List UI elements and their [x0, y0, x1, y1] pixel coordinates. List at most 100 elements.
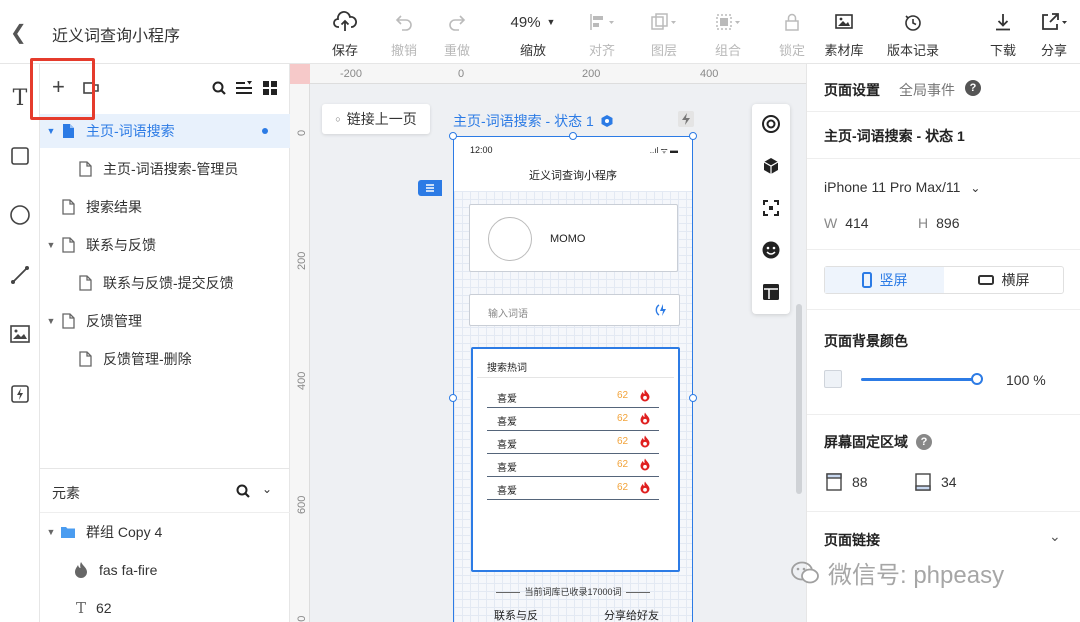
layout-template-icon[interactable]	[761, 282, 781, 302]
lock-button[interactable]: 锁定	[764, 8, 820, 59]
expand-caret-icon[interactable]: ▼	[46, 126, 56, 136]
page-item-contact-feedback[interactable]: ▼ 联系与反馈	[40, 228, 290, 262]
resize-handle[interactable]	[569, 132, 577, 140]
element-item-text[interactable]: T 62	[40, 589, 290, 622]
expand-caret-icon[interactable]: ▼	[46, 316, 56, 326]
hot-word-row[interactable]: 喜爱 62	[487, 454, 659, 477]
target-icon[interactable]	[761, 114, 781, 134]
redo-icon	[429, 8, 485, 36]
ruler-tick-label: 0	[296, 129, 308, 136]
design-canvas[interactable]: -200 0 200 400 0 200 400 600 800 ○ 链接上一页…	[290, 64, 806, 622]
avatar	[488, 217, 532, 261]
tab-global-events[interactable]: 全局事件	[899, 80, 955, 100]
word-search-input[interactable]: 输入词语	[469, 294, 680, 326]
share-button[interactable]: 分享	[1028, 8, 1080, 59]
emoji-icon[interactable]	[761, 240, 781, 260]
page-item-feedback-admin-delete[interactable]: 反馈管理-删除	[40, 342, 290, 376]
element-item-group[interactable]: ▼ 群组 Copy 4	[40, 513, 290, 551]
bg-color-swatch[interactable]	[824, 370, 842, 388]
tab-page-settings[interactable]: 页面设置	[824, 80, 880, 100]
download-button[interactable]: 下载	[975, 8, 1031, 59]
element-item-fire-icon[interactable]: fas fa-fire	[40, 551, 290, 589]
page-item-home-search-admin[interactable]: 主页-词语搜索-管理员	[40, 152, 290, 186]
interaction-tool-icon[interactable]	[6, 380, 34, 408]
resize-handle[interactable]	[449, 132, 457, 140]
elements-header: 元素 ⌄	[40, 469, 290, 513]
portrait-button[interactable]: 竖屏	[825, 267, 944, 293]
chevron-down-icon[interactable]: ⌄	[1049, 528, 1061, 545]
user-card[interactable]: MOMO	[469, 204, 678, 272]
share-friend-link[interactable]: 分享给好友	[604, 607, 659, 622]
back-chevron-icon[interactable]: ❮	[10, 20, 27, 45]
align-button[interactable]: 对齐	[574, 8, 630, 59]
ruler-tick-label: 800	[296, 616, 308, 622]
help-icon[interactable]: ?	[916, 434, 932, 450]
redo-button[interactable]: 重做	[429, 8, 485, 59]
hexagon-settings-icon[interactable]	[600, 114, 614, 128]
opacity-slider-track[interactable]	[861, 378, 977, 381]
page-file-icon	[60, 312, 76, 330]
caret-down-icon: ▼	[546, 17, 556, 27]
resize-handle[interactable]	[689, 394, 697, 402]
page-item-search-results[interactable]: 搜索结果	[40, 190, 290, 224]
resize-handle[interactable]	[689, 132, 697, 140]
element-label: fas fa-fire	[99, 562, 158, 578]
search-icon[interactable]	[235, 483, 251, 502]
save-button[interactable]: 保存	[317, 8, 373, 59]
hot-word-row[interactable]: 喜爱 62	[487, 408, 659, 431]
opacity-slider-thumb[interactable]	[971, 373, 983, 385]
ruler-tick-label: 0	[458, 68, 465, 80]
zoom-control[interactable]: 49% ▼ 缩放	[496, 8, 570, 59]
hot-words-card[interactable]: 搜索热词 喜爱 62 喜爱 62 喜爱 62 喜爱 62 喜爱 62	[471, 347, 680, 572]
vertical-scrollbar[interactable]	[796, 304, 802, 494]
elements-title: 元素	[52, 485, 80, 501]
circle-tool-icon[interactable]	[6, 201, 34, 229]
sort-list-icon[interactable]	[235, 80, 253, 99]
resize-handle[interactable]	[449, 394, 457, 402]
contact-feedback-link[interactable]: 联系与反	[494, 607, 538, 622]
lock-icon	[764, 8, 820, 36]
phone-frame[interactable]: 12:00 ..ıl ᯤ ▬ 近义词查询小程序 MOMO 输入词语 搜索热词 喜…	[453, 136, 693, 622]
component-cube-icon[interactable]	[761, 156, 781, 176]
group-button[interactable]: 组合	[700, 8, 756, 59]
share-external-icon	[1028, 8, 1080, 36]
expand-caret-icon[interactable]: ▼	[46, 240, 56, 250]
interaction-bolt-icon[interactable]	[678, 111, 694, 127]
horizontal-ruler: -200 0 200 400	[310, 64, 806, 84]
help-icon[interactable]: ?	[965, 80, 981, 96]
assets-button[interactable]: 素材库	[816, 8, 872, 59]
line-tool-icon[interactable]	[6, 261, 34, 289]
scan-frame-icon[interactable]	[761, 198, 781, 218]
layer-button[interactable]: 图层	[636, 8, 692, 59]
grid-view-icon[interactable]	[262, 80, 278, 99]
page-item-feedback-admin[interactable]: ▼ 反馈管理	[40, 304, 290, 338]
fixed-bottom-field[interactable]: 34	[913, 472, 957, 492]
history-button[interactable]: 版本记录	[882, 8, 944, 59]
hot-word-row[interactable]: 喜爱 62	[487, 385, 659, 408]
hot-word-row[interactable]: 喜爱 62	[487, 477, 659, 500]
zoom-value: 49%	[510, 13, 541, 31]
expand-caret-icon[interactable]: ▼	[46, 527, 56, 537]
landscape-button[interactable]: 横屏	[944, 267, 1063, 293]
ruler-corner	[290, 64, 310, 84]
phone-portrait-icon	[861, 272, 872, 288]
search-bolt-icon	[655, 303, 669, 320]
fixed-top-field[interactable]: 88	[824, 472, 868, 492]
link-previous-page-button[interactable]: ○ 链接上一页	[322, 104, 430, 134]
image-tool-icon[interactable]	[6, 320, 34, 348]
device-select[interactable]: iPhone 11 Pro Max/11 ⌄	[824, 179, 980, 195]
divider	[477, 377, 674, 378]
hot-word-row[interactable]: 喜爱 62	[487, 431, 659, 454]
undo-button[interactable]: 撤销	[376, 8, 432, 59]
page-state-label[interactable]: 主页-词语搜索 - 状态 1	[453, 111, 614, 131]
collapse-chevron-icon[interactable]: ⌄	[262, 482, 272, 496]
page-item-contact-feedback-submit[interactable]: 联系与反馈-提交反馈	[40, 266, 290, 300]
page-menu-icon[interactable]	[418, 180, 442, 196]
page-file-icon	[60, 236, 76, 254]
height-field[interactable]: H 896	[918, 215, 959, 231]
width-field[interactable]: W 414	[824, 215, 869, 231]
top-bar-icon	[824, 472, 844, 492]
undo-icon	[376, 8, 432, 36]
rectangle-tool-icon[interactable]	[6, 142, 34, 170]
search-icon[interactable]	[211, 80, 227, 99]
